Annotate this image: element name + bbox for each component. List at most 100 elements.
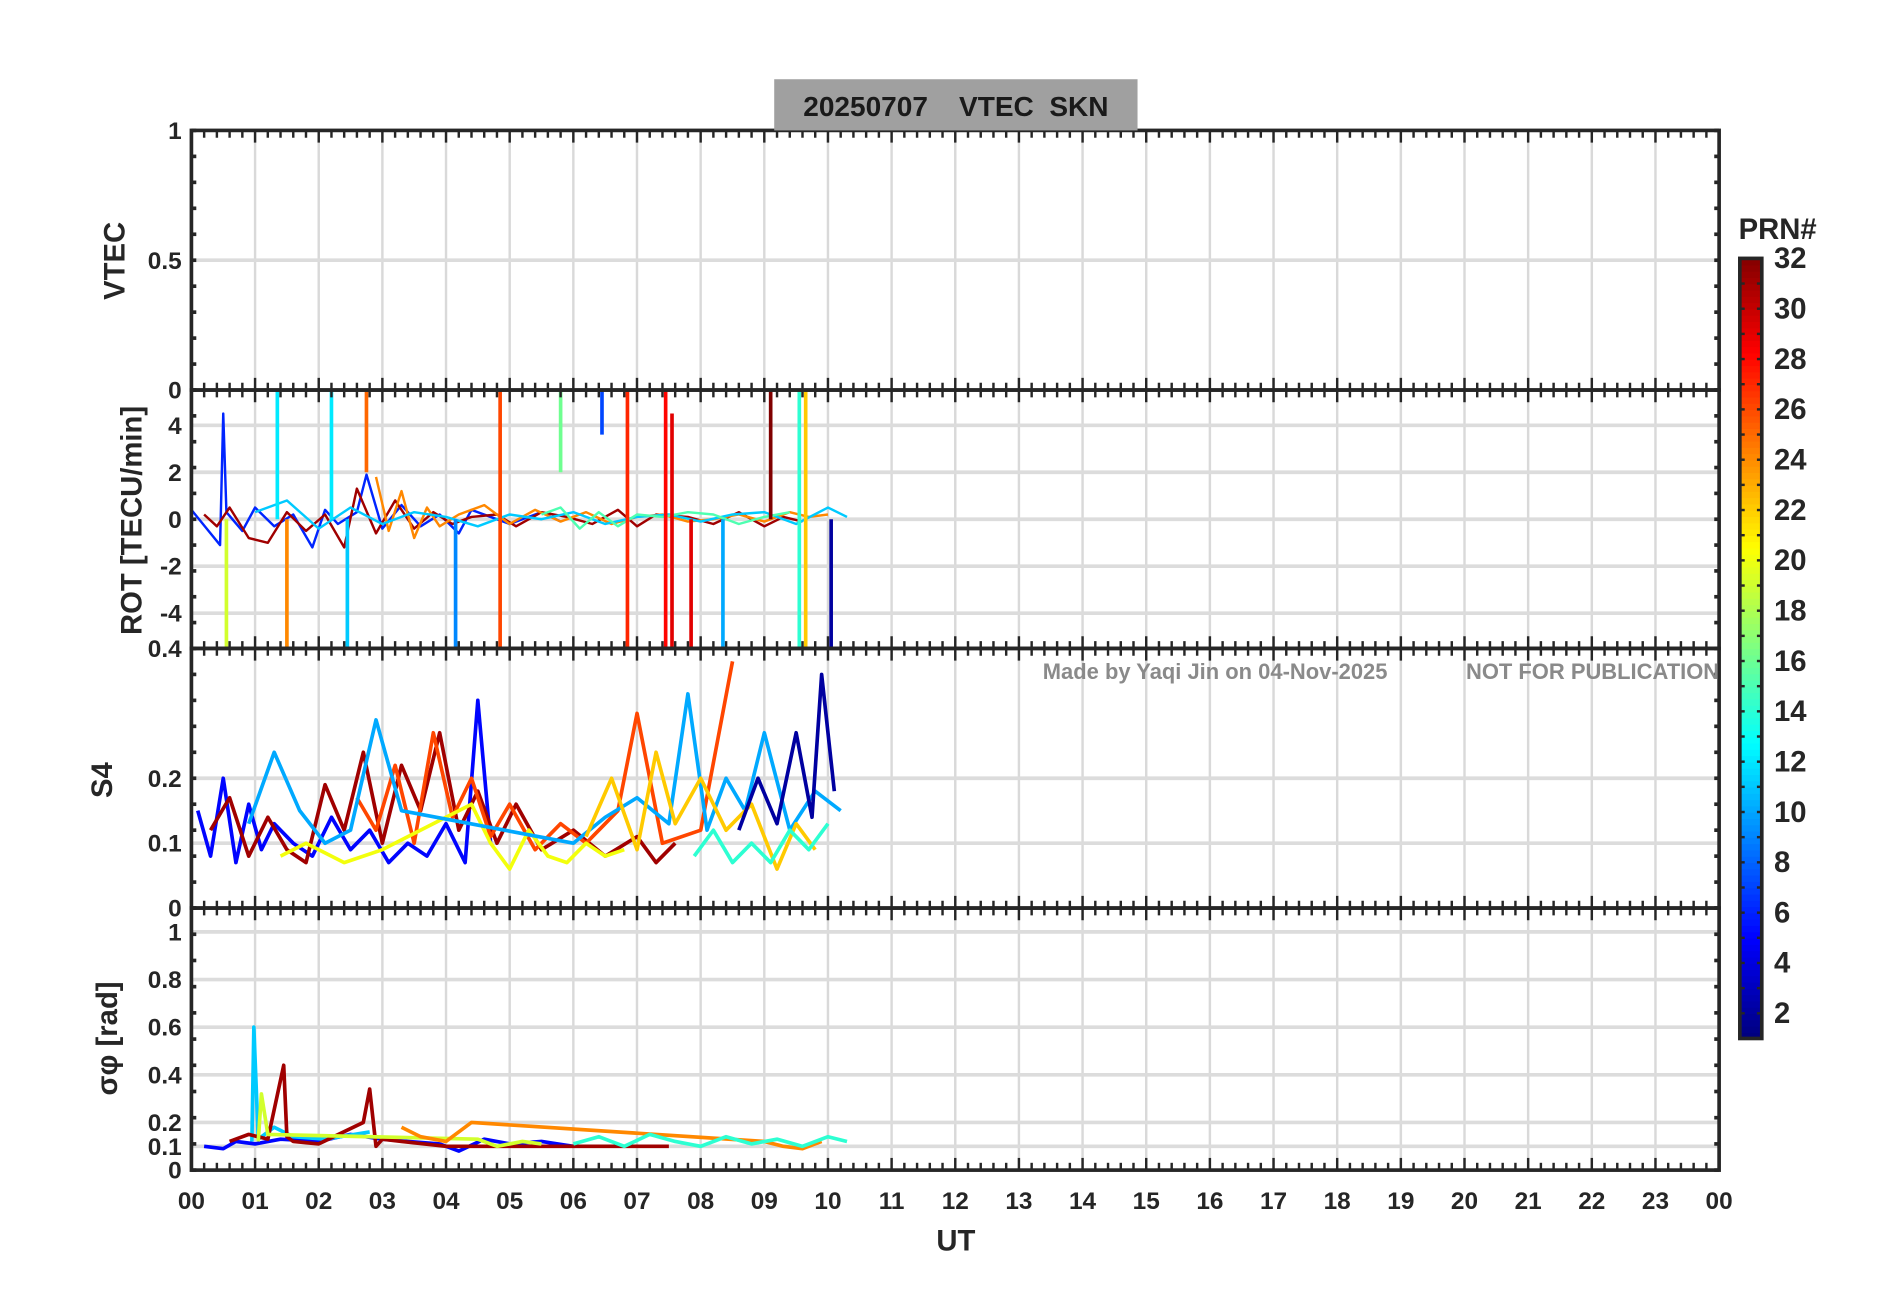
y-tick-label: 1	[168, 118, 182, 145]
x-tick-label: 00	[1706, 1188, 1733, 1215]
svg-text:VTEC: VTEC	[99, 222, 131, 300]
y-tick-label: 0	[168, 378, 182, 405]
y-tick-label: 0.8	[148, 967, 182, 994]
x-tick-label: 06	[560, 1188, 587, 1215]
x-tick-label: 09	[751, 1188, 778, 1215]
colorbar-segment	[1739, 723, 1762, 731]
colorbar-segment	[1739, 944, 1762, 952]
y-tick-label: 0.2	[148, 766, 182, 793]
colorbar-segment	[1739, 799, 1762, 807]
colorbar-tick-label: 24	[1774, 444, 1807, 476]
x-tick-label: 22	[1578, 1188, 1605, 1215]
watermark-author: Made by Yaqi Jin on 04-Nov-2025	[1043, 659, 1388, 684]
x-tick-label: 01	[242, 1188, 269, 1215]
colorbar-tick-label: 26	[1774, 394, 1807, 426]
colorbar-segment	[1739, 591, 1762, 599]
colorbar-segment	[1739, 390, 1762, 398]
figure: 00.51-4-202400.10.20.400.10.20.40.60.810…	[87, 79, 1817, 1258]
y-tick-label: 0.6	[148, 1015, 182, 1042]
x-tick-label: 20	[1451, 1188, 1478, 1215]
colorbar-segment	[1739, 717, 1762, 725]
y-tick-label: 1	[168, 919, 182, 946]
colorbar-segment	[1739, 874, 1762, 882]
colorbar-tick-label: 28	[1774, 344, 1807, 376]
colorbar-segment	[1739, 667, 1762, 675]
colorbar-segment	[1739, 698, 1762, 706]
colorbar-segment	[1739, 365, 1762, 373]
colorbar-segment	[1739, 749, 1762, 757]
colorbar-segment	[1739, 547, 1762, 555]
colorbar-segment	[1739, 447, 1762, 455]
y-tick-label: 0	[168, 1158, 182, 1185]
y-tick-label: 0.1	[148, 831, 182, 858]
x-tick-label: 05	[496, 1188, 523, 1215]
colorbar-segment	[1739, 598, 1762, 606]
colorbar-segment	[1739, 1000, 1762, 1008]
colorbar-segment	[1739, 994, 1762, 1002]
colorbar-segment	[1739, 516, 1762, 524]
colorbar-tick-label: 16	[1774, 646, 1807, 678]
colorbar-tick-label: 14	[1774, 696, 1807, 728]
colorbar-tick-label: 20	[1774, 545, 1807, 577]
colorbar-tick-label: 22	[1774, 495, 1807, 527]
colorbar-segment	[1739, 421, 1762, 429]
colorbar-segment	[1739, 415, 1762, 423]
colorbar-segment	[1739, 566, 1762, 574]
x-tick-label: 15	[1133, 1188, 1160, 1215]
colorbar-segment	[1739, 440, 1762, 448]
colorbar-label: PRN#	[1739, 214, 1817, 246]
colorbar-segment	[1739, 270, 1762, 279]
colorbar-tick-label: 2	[1774, 998, 1790, 1030]
y-label-sigma: σφ [rad]	[92, 981, 124, 1095]
colorbar-segment	[1739, 975, 1762, 983]
colorbar-segment	[1739, 1025, 1762, 1033]
x-tick-label: 13	[1005, 1188, 1032, 1215]
x-tick-label: 00	[178, 1188, 205, 1215]
x-tick-label: 07	[623, 1188, 650, 1215]
colorbar-tick-label: 6	[1774, 897, 1790, 929]
y-tick-label: 2	[168, 460, 182, 487]
colorbar-segment	[1739, 893, 1762, 901]
colorbar-tick-label: 8	[1774, 847, 1790, 879]
x-tick-label: 19	[1387, 1188, 1414, 1215]
colorbar-segment	[1739, 472, 1762, 480]
x-tick-label: 03	[369, 1188, 396, 1215]
colorbar-segment	[1739, 1019, 1762, 1027]
panel-s4	[195, 661, 842, 871]
colorbar-segment	[1739, 522, 1762, 530]
colorbar-segment	[1739, 491, 1762, 499]
colorbar-segment	[1739, 572, 1762, 580]
y-label-vtec: VTEC	[99, 222, 131, 300]
x-tick-label: 18	[1324, 1188, 1351, 1215]
y-tick-label: 4	[168, 413, 182, 440]
colorbar-tick-label: 32	[1774, 243, 1807, 275]
series-prn-24	[374, 476, 829, 540]
colorbar-segment	[1739, 396, 1762, 404]
colorbar-tick-label: 10	[1774, 797, 1807, 829]
x-tick-label: 08	[687, 1188, 714, 1215]
x-tick-label: 10	[814, 1188, 841, 1215]
y-tick-label: 0	[168, 507, 182, 534]
colorbar-tick-label: 4	[1774, 948, 1791, 980]
y-tick-label: 0.4	[148, 1062, 182, 1089]
colorbar-segment	[1739, 849, 1762, 857]
x-tick-label: 11	[879, 1188, 905, 1215]
y-label-s4: S4	[87, 761, 119, 798]
colorbar-tick-label: 12	[1774, 746, 1807, 778]
x-tick-label: 16	[1196, 1188, 1223, 1215]
y-tick-label: 0.5	[148, 248, 182, 275]
colorbar-segment	[1739, 793, 1762, 801]
y-tick-label: -2	[160, 554, 182, 581]
svg-text:ROT [TECU/min]: ROT [TECU/min]	[116, 406, 148, 635]
colorbar-segment	[1739, 824, 1762, 832]
colorbar-segment	[1739, 497, 1762, 505]
x-tick-label: 14	[1069, 1188, 1097, 1215]
x-tick-label: 21	[1515, 1188, 1542, 1215]
colorbar-segment	[1739, 340, 1762, 348]
x-tick-label: 12	[942, 1188, 969, 1215]
y-tick-label: -4	[160, 601, 182, 628]
data-layer	[191, 390, 848, 1153]
x-tick-label: 17	[1260, 1188, 1287, 1215]
colorbar-segment	[1739, 623, 1762, 631]
y-label-rot: ROT [TECU/min]	[116, 406, 148, 635]
